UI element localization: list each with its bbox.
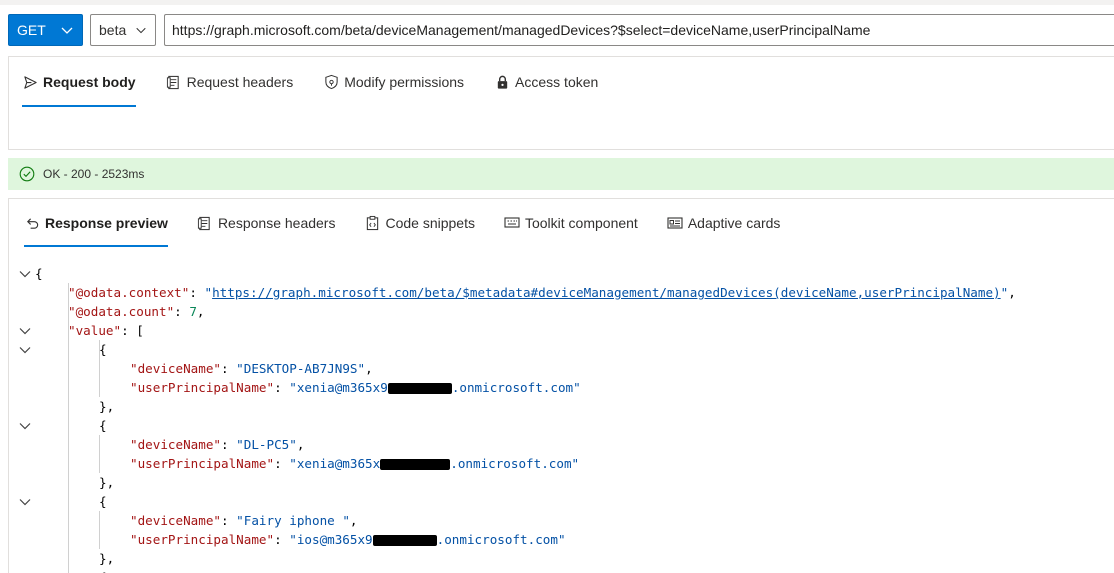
- json-line: {: [99, 494, 107, 509]
- http-method-label: GET: [17, 22, 46, 38]
- tab-access-token[interactable]: Access token: [494, 57, 598, 107]
- request-tabs: Request body Request headers Modify perm…: [9, 57, 1114, 107]
- document-icon: [166, 74, 182, 90]
- json-line: "value": [: [68, 323, 144, 338]
- card-icon: [667, 215, 683, 231]
- tab-label: Modify permissions: [344, 74, 465, 90]
- json-line: "deviceName": "DESKTOP-AB7JN9S",: [130, 361, 373, 376]
- redaction-mark: [372, 535, 437, 546]
- json-key: "value": [68, 323, 122, 338]
- json-line: {: [99, 418, 107, 433]
- collapse-chevron-icon[interactable]: [18, 264, 32, 283]
- tab-label: Toolkit component: [524, 215, 638, 231]
- send-icon: [22, 74, 38, 90]
- json-number: 7: [189, 304, 197, 319]
- collapse-chevron-icon[interactable]: [18, 492, 32, 511]
- response-tabs: Response preview Response headers Code s…: [9, 199, 1114, 247]
- indent-guide: [99, 435, 100, 473]
- document-icon: [197, 215, 213, 231]
- version-label: beta: [99, 22, 127, 38]
- json-key: "@odata.count": [68, 304, 175, 319]
- lock-icon: [494, 74, 510, 90]
- request-bar: GET beta https://graph.microsoft.com/bet…: [8, 14, 1114, 46]
- tab-adaptive-cards[interactable]: Adaptive cards: [667, 199, 781, 247]
- device-name-value: "Fairy iphone ": [236, 513, 350, 528]
- json-line: },: [99, 551, 115, 566]
- json-line: "@odata.count": 7,: [68, 304, 205, 319]
- request-panel: Request body Request headers Modify perm…: [8, 56, 1114, 150]
- request-url-text: https://graph.microsoft.com/beta/deviceM…: [172, 22, 871, 38]
- tab-label: Code snippets: [385, 215, 475, 231]
- tab-label: Response preview: [45, 215, 168, 231]
- json-line: {: [99, 342, 107, 357]
- tab-label: Request headers: [186, 74, 294, 90]
- tab-request-body[interactable]: Request body: [22, 57, 136, 107]
- http-method-dropdown[interactable]: GET: [8, 14, 83, 46]
- collapse-chevron-icon[interactable]: [18, 321, 32, 340]
- tab-response-headers[interactable]: Response headers: [197, 199, 336, 247]
- keyboard-icon: [504, 215, 520, 231]
- tab-label: Request body: [43, 74, 136, 90]
- tab-request-headers[interactable]: Request headers: [166, 57, 294, 107]
- json-line: "userPrincipalName": "ios@m365x9 .onmicro…: [130, 532, 566, 547]
- json-response-viewer: { "@odata.context": "https://graph.micro…: [0, 264, 1114, 573]
- redaction-mark: [380, 459, 451, 470]
- odata-context-link[interactable]: https://graph.microsoft.com/beta/$metada…: [212, 285, 1001, 300]
- shield-lock-icon: [323, 74, 339, 90]
- json-line: "@odata.context": "https://graph.microso…: [68, 285, 1016, 300]
- tab-label: Access token: [515, 74, 599, 90]
- json-line: "deviceName": "Fairy iphone ",: [130, 513, 358, 528]
- indent-guide: [99, 511, 100, 549]
- chevron-down-icon: [61, 27, 73, 34]
- tab-label: Response headers: [217, 215, 336, 231]
- json-line: "userPrincipalName": "xenia@m365x .onmicr…: [130, 456, 580, 471]
- json-line: },: [99, 475, 115, 490]
- tab-response-preview[interactable]: Response preview: [24, 199, 168, 247]
- tab-toolkit-component[interactable]: Toolkit component: [504, 199, 638, 247]
- json-line: "deviceName": "DL-PC5",: [130, 437, 305, 452]
- status-bar: OK - 200 - 2523ms: [8, 158, 1114, 190]
- json-line: },: [99, 399, 115, 414]
- collapse-chevron-icon[interactable]: [18, 340, 32, 359]
- json-key: "@odata.context": [68, 285, 190, 300]
- request-url-input[interactable]: https://graph.microsoft.com/beta/deviceM…: [164, 14, 1114, 46]
- tab-code-snippets[interactable]: Code snippets: [364, 199, 475, 247]
- json-line: {: [35, 266, 43, 281]
- check-circle-icon: [19, 166, 35, 182]
- clipboard-code-icon: [364, 215, 380, 231]
- json-line: {: [99, 568, 107, 573]
- device-name-value: "DESKTOP-AB7JN9S": [236, 361, 366, 376]
- top-strip: [0, 0, 1114, 5]
- chevron-down-icon: [136, 27, 146, 34]
- json-line: "userPrincipalName": "xenia@m365x9 .onmic…: [130, 380, 581, 395]
- undo-arrow-icon: [24, 215, 40, 231]
- tab-label: Adaptive cards: [687, 215, 781, 231]
- tab-modify-permissions[interactable]: Modify permissions: [323, 57, 464, 107]
- device-name-value: "DL-PC5": [236, 437, 297, 452]
- redaction-mark: [387, 383, 452, 394]
- collapse-chevron-icon[interactable]: [18, 416, 32, 435]
- status-text: OK - 200 - 2523ms: [43, 167, 145, 181]
- version-dropdown[interactable]: beta: [90, 14, 156, 46]
